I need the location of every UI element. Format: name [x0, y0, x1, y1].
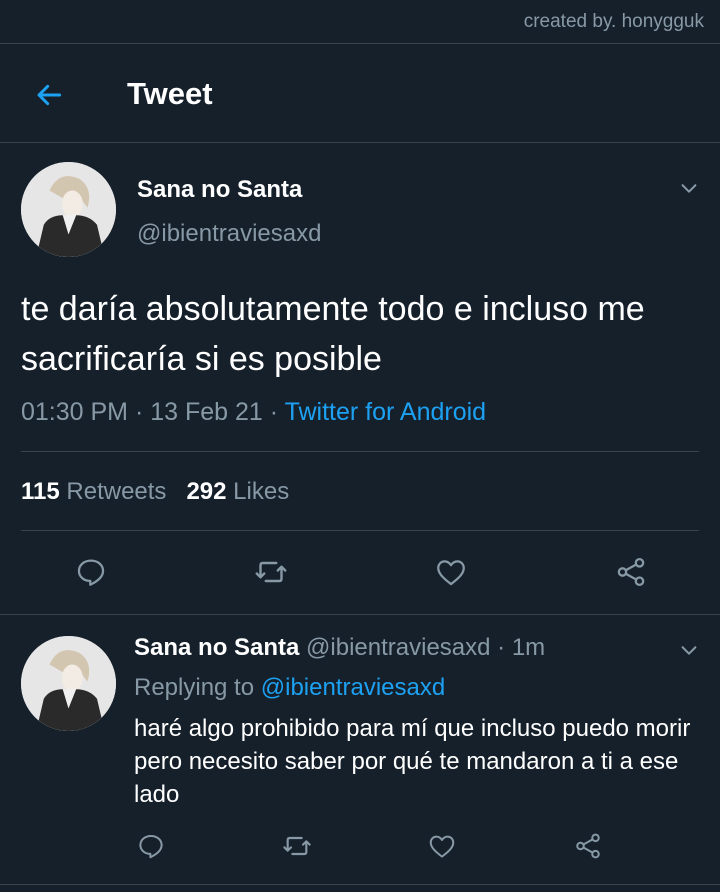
tweet-time: 01:30 PM [21, 398, 129, 426]
share-icon [576, 833, 600, 859]
retweet-icon [255, 561, 287, 583]
author-name[interactable]: Sana no Santa [137, 176, 302, 204]
divider [21, 530, 699, 531]
replying-to: Replying to @ibientraviesaxd [134, 674, 445, 702]
comment-icon [139, 835, 163, 859]
divider [0, 614, 720, 615]
reply-button[interactable] [129, 824, 173, 868]
share-icon [617, 557, 645, 587]
avatar-image [21, 162, 116, 257]
chevron-down-icon [681, 646, 697, 655]
comment-icon [77, 559, 105, 586]
watermark-text: created by. honygguk [523, 11, 704, 32]
likes-label: Likes [233, 478, 290, 505]
reply-author-name[interactable]: Sana no Santa [134, 634, 299, 661]
page-title: Tweet [127, 76, 213, 111]
reply-timestamp: · 1m [490, 634, 546, 661]
retweets-label: Retweets [66, 478, 167, 505]
tweet-source-link[interactable]: Twitter for Android [285, 398, 486, 426]
reply-menu-button[interactable] [677, 638, 701, 662]
reply-avatar[interactable] [21, 636, 116, 731]
back-button[interactable] [29, 75, 69, 115]
like-button[interactable] [420, 824, 464, 868]
replying-mention-link[interactable]: @ibientraviesaxd [261, 674, 445, 701]
heart-icon [429, 835, 455, 858]
tweet-stats: 115 Retweets 292 Likes [21, 478, 289, 506]
share-button[interactable] [566, 824, 610, 868]
divider [21, 451, 699, 452]
tweet-meta: 01:30 PM · 13 Feb 21 · Twitter for Andro… [21, 398, 486, 427]
tweet-menu-button[interactable] [677, 176, 701, 200]
reply-text: haré algo prohibido para mí que incluso … [134, 715, 691, 808]
likes-stat[interactable]: 292 Likes [186, 478, 289, 505]
share-button[interactable] [609, 550, 653, 594]
retweets-stat[interactable]: 115 Retweets [21, 478, 166, 505]
tweet-date: 13 Feb 21 [150, 398, 263, 426]
avatar-image [21, 636, 116, 731]
retweet-icon [283, 836, 311, 856]
divider [0, 884, 720, 885]
reply-header: Sana no Santa @ibientraviesaxd · 1m [134, 634, 545, 662]
retweet-button[interactable] [275, 824, 319, 868]
retweets-count: 115 [21, 478, 60, 505]
avatar[interactable] [21, 162, 116, 257]
reply-button[interactable] [69, 550, 113, 594]
header-bar: Tweet [0, 44, 720, 142]
divider [0, 142, 720, 143]
meta-separator: · [128, 398, 151, 426]
chevron-down-icon [681, 184, 697, 193]
replying-prefix: Replying to [134, 674, 261, 701]
likes-count: 292 [186, 478, 227, 505]
heart-icon [437, 560, 465, 586]
retweet-button[interactable] [249, 550, 293, 594]
meta-separator: · [262, 398, 285, 426]
author-handle[interactable]: @ibientraviesaxd [137, 220, 321, 248]
reply-author-handle[interactable]: @ibientraviesaxd [306, 634, 490, 661]
like-button[interactable] [429, 550, 473, 594]
arrow-left-icon [37, 84, 62, 106]
tweet-text: te daría absolutamente todo e incluso me… [21, 290, 645, 378]
